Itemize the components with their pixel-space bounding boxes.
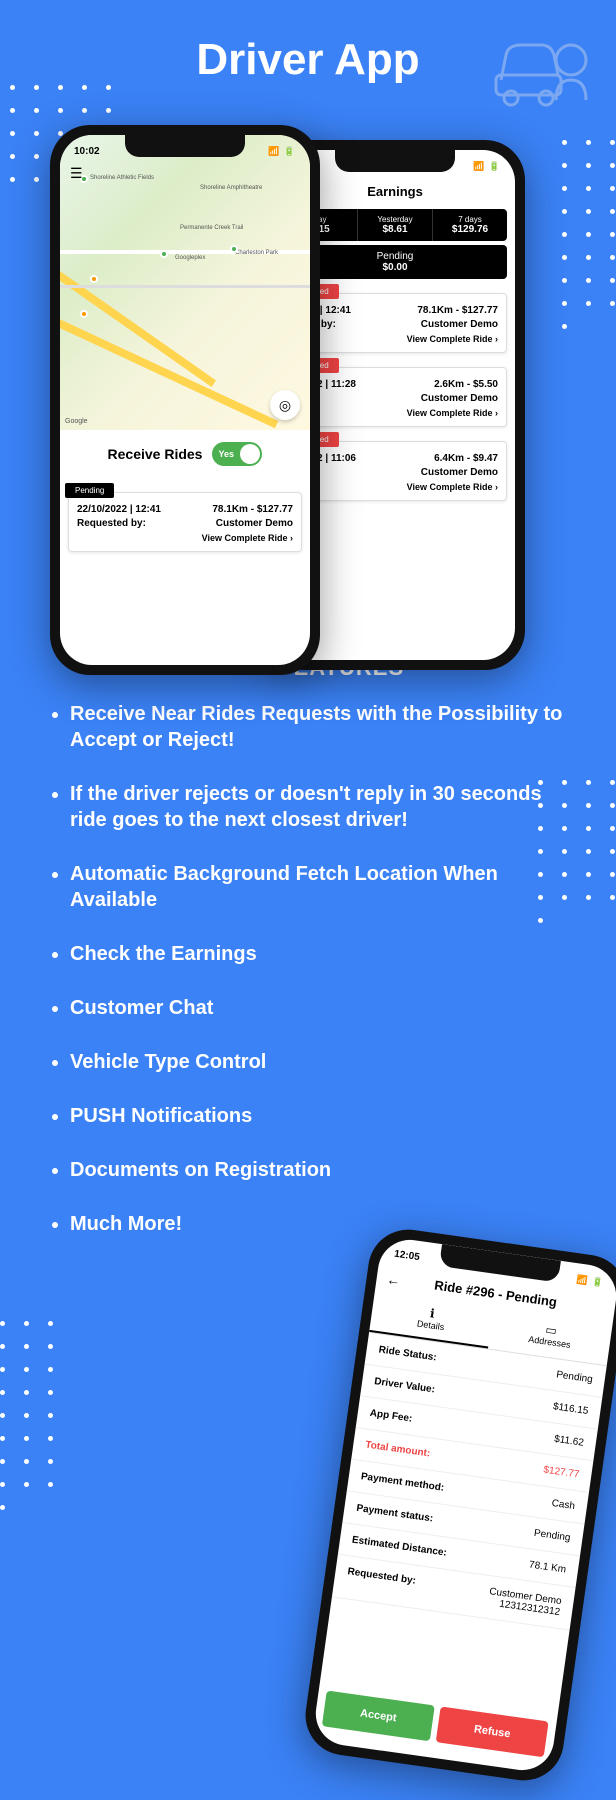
tab-7days[interactable]: 7 days$129.76 [433, 209, 507, 241]
decoration-dots [538, 780, 616, 923]
back-icon[interactable]: ← [386, 1271, 402, 1289]
status-badge: Pending [65, 483, 114, 498]
decoration-dots [0, 1321, 54, 1510]
refuse-button[interactable]: Refuse [436, 1706, 549, 1757]
ride-card[interactable]: Pending 22/10/2022 | 12:4178.1Km - $127.… [68, 492, 302, 552]
phone-notch [125, 135, 245, 157]
feature-item: PUSH Notifications [70, 1103, 566, 1129]
feature-item: If the driver rejects or doesn't reply i… [70, 781, 566, 833]
receive-rides-label: Receive Rides [108, 446, 203, 462]
feature-item: Automatic Background Fetch Location When… [70, 861, 566, 913]
feature-item: Documents on Registration [70, 1157, 566, 1183]
phone-notch [335, 150, 455, 172]
features-list: Receive Near Rides Requests with the Pos… [0, 681, 616, 1237]
view-ride-link[interactable]: View Complete Ride › [292, 408, 498, 418]
phone-map: 10:02📶 🔋 ☰ Shoreline Athletic Fields Sho… [50, 125, 320, 675]
feature-item: Customer Chat [70, 995, 566, 1021]
menu-icon[interactable]: ☰ [70, 165, 83, 182]
decoration-dots [562, 140, 616, 329]
tab-yesterday[interactable]: Yesterday$8.61 [358, 209, 433, 241]
accept-button[interactable]: Accept [322, 1690, 435, 1741]
driver-car-icon [486, 20, 596, 110]
phone-ride-detail: 12:05📶 🔋 ← Ride #296 - Pending ℹDetails … [300, 1224, 616, 1785]
receive-rides-toggle[interactable]: Yes [212, 442, 262, 466]
locate-button[interactable]: ◎ [270, 390, 300, 420]
map-view[interactable]: 10:02📶 🔋 ☰ Shoreline Athletic Fields Sho… [60, 135, 310, 430]
feature-item: Vehicle Type Control [70, 1049, 566, 1075]
view-ride-link[interactable]: View Complete Ride › [77, 533, 293, 543]
feature-item: Receive Near Rides Requests with the Pos… [70, 701, 566, 753]
feature-item: Check the Earnings [70, 941, 566, 967]
view-ride-link[interactable]: View Complete Ride › [292, 334, 498, 344]
view-ride-link[interactable]: View Complete Ride › [292, 482, 498, 492]
feature-item: Much More! [70, 1211, 566, 1237]
